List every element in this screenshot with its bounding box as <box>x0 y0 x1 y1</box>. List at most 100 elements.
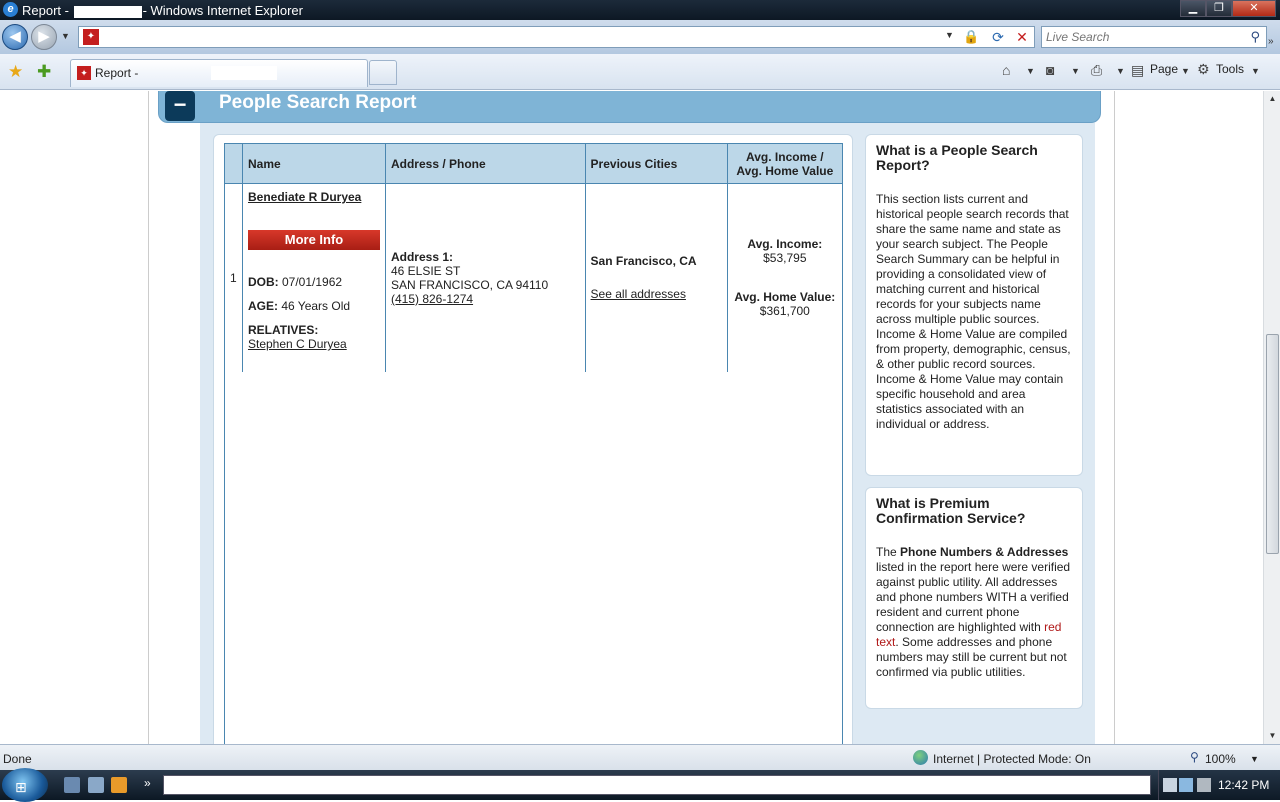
relatives-label: RELATIVES: <box>247 323 319 337</box>
recent-pages-chevron-down-icon[interactable]: ▼ <box>61 31 70 41</box>
info-card-people-search: What is a People Search Report? This sec… <box>865 134 1083 476</box>
more-info-button[interactable]: More Info <box>247 230 380 250</box>
page-menu[interactable]: Page <box>1150 62 1178 82</box>
feeds-chevron-down-icon[interactable]: ▼ <box>1071 66 1080 76</box>
row-index: 1 <box>224 183 243 372</box>
scroll-thumb[interactable] <box>1266 334 1279 554</box>
zoom-level[interactable]: 100% <box>1205 752 1236 766</box>
zoom-chevron-down-icon[interactable]: ▼ <box>1250 754 1259 764</box>
cities-cell: San Francisco, CA See all addresses <box>584 183 728 372</box>
new-tab-button[interactable] <box>369 60 397 85</box>
search-box[interactable]: ⚲ <box>1041 26 1267 48</box>
page-viewport: − People Search Report Name Address / Ph… <box>0 91 1263 744</box>
switch-windows-icon[interactable] <box>88 777 104 793</box>
network-icon[interactable] <box>1179 778 1193 792</box>
address-input[interactable] <box>105 30 860 44</box>
window-title: Report - - Windows Internet Explorer <box>22 3 303 18</box>
lock-icon[interactable]: 🔒 <box>963 29 979 45</box>
scroll-down-arrow-icon[interactable]: ▼ <box>1264 728 1280 744</box>
taskbar-field[interactable] <box>163 775 1151 795</box>
site-favicon-icon: ✦ <box>83 29 99 45</box>
address-label: Address 1: <box>390 249 454 264</box>
address-dropdown-chevron-down-icon[interactable]: ▼ <box>945 30 954 40</box>
info-card-title: What is Premium Confirmation Service? <box>876 495 1026 526</box>
address-cell: Address 1: 46 ELSIE ST SAN FRANCISCO, CA… <box>384 183 586 372</box>
tools-menu[interactable]: Tools <box>1216 62 1244 82</box>
dob-label: DOB: <box>247 275 279 289</box>
page-chevron-down-icon[interactable]: ▼ <box>1181 66 1190 76</box>
table-header-row: Name Address / Phone Previous Cities Avg… <box>224 143 844 184</box>
close-window-button[interactable]: ✕ <box>1232 0 1276 17</box>
print-chevron-down-icon[interactable]: ▼ <box>1116 66 1125 76</box>
phone-link[interactable]: (415) 826-1274 <box>391 292 473 306</box>
redacted-block <box>73 5 142 18</box>
report-header: − People Search Report <box>158 91 1101 123</box>
relative-link[interactable]: Stephen C Duryea <box>248 337 347 351</box>
dob-value: 07/01/1962 <box>282 275 343 289</box>
vertical-scrollbar[interactable]: ▲ ▼ <box>1263 91 1280 744</box>
income-cell: Avg. Income: $53,795 Avg. Home Value: $3… <box>726 183 844 372</box>
page-icon: ▤ <box>1131 62 1145 78</box>
income-value: $53,795 <box>763 251 807 266</box>
feeds-icon[interactable]: ◙ <box>1046 62 1054 78</box>
name-cell: Benediate R Duryea More Info DOB: 07/01/… <box>241 183 386 372</box>
minimize-button[interactable]: ▁ <box>1180 0 1206 17</box>
zoom-icon: ⚲ <box>1190 750 1199 764</box>
home-value-label: Avg. Home Value: <box>734 290 836 305</box>
info-card-body: The Phone Numbers & Addresses listed in … <box>876 545 1071 679</box>
address-bar[interactable]: ✦ ▼ 🔒 ⟳ ✕ <box>78 26 1035 48</box>
info-card-body: This section lists current and historica… <box>876 192 1071 431</box>
quicklaunch-more-chevron-icon[interactable]: » <box>144 776 151 790</box>
tab-favicon-icon: ✦ <box>77 66 91 80</box>
volume-icon[interactable] <box>1197 778 1211 792</box>
clock[interactable]: 12:42 PM <box>1218 778 1269 792</box>
info-card-premium-confirmation: What is Premium Confirmation Service? Th… <box>865 487 1083 709</box>
tray-icon[interactable] <box>1163 778 1177 792</box>
search-icon[interactable]: ⚲ <box>1250 29 1260 45</box>
tools-gear-icon: ⚙ <box>1197 61 1210 77</box>
tab-report[interactable]: ✦ Report - <box>70 59 368 87</box>
status-text: Done <box>3 752 32 766</box>
column-header-name: Name <box>241 143 386 184</box>
age-value: 46 Years Old <box>281 299 351 313</box>
results-table: Name Address / Phone Previous Cities Avg… <box>224 143 844 372</box>
window-title-bar: e Report - - Windows Internet Explorer ▁… <box>0 0 1280 20</box>
home-icon[interactable]: ⌂ <box>1002 62 1010 78</box>
favorites-star-icon[interactable]: ★ <box>8 62 23 82</box>
print-icon[interactable]: ⎙ <box>1091 62 1102 79</box>
address-line1: 46 ELSIE ST <box>390 263 461 278</box>
ie-logo-icon: e <box>3 2 18 17</box>
column-header-income: Avg. Income / Avg. Home Value <box>726 143 844 184</box>
address-line2: SAN FRANCISCO, CA 94110 <box>390 277 549 292</box>
tab-bar: ★ ✚ ✦ Report - ⌂ ▼ ◙ ▼ ⎙ ▼ ▤ Page ▼ ⚙ To… <box>0 54 1280 90</box>
column-header-address-phone: Address / Phone <box>384 143 586 184</box>
navigation-bar: ◀ ▶ ▼ ✦ ▼ 🔒 ⟳ ✕ ⚲ <box>0 20 1280 54</box>
column-header-index <box>224 143 243 184</box>
add-favorites-icon[interactable]: ✚ <box>37 62 51 82</box>
scroll-up-arrow-icon[interactable]: ▲ <box>1264 91 1280 107</box>
back-button[interactable]: ◀ <box>2 24 28 50</box>
person-name-link[interactable]: Benediate R Duryea <box>248 190 361 204</box>
stop-icon[interactable]: ✕ <box>1013 28 1031 46</box>
more-chevron-icon[interactable]: » <box>1268 36 1274 47</box>
table-row: 1 Benediate R Duryea More Info DOB: 07/0… <box>224 183 844 372</box>
collapse-button[interactable]: − <box>165 91 195 121</box>
info-card-title: What is a People Search Report? <box>876 142 1038 173</box>
refresh-icon[interactable]: ⟳ <box>989 28 1007 46</box>
tools-chevron-down-icon[interactable]: ▼ <box>1251 66 1260 76</box>
age-label: AGE: <box>247 299 278 313</box>
forward-button[interactable]: ▶ <box>31 24 57 50</box>
search-input[interactable] <box>1046 30 1236 44</box>
home-chevron-down-icon[interactable]: ▼ <box>1026 66 1035 76</box>
globe-icon <box>913 750 928 765</box>
see-all-addresses-link[interactable]: See all addresses <box>591 287 686 301</box>
maximize-button[interactable]: ❐ <box>1206 0 1232 17</box>
previous-city: San Francisco, CA <box>590 254 697 269</box>
media-player-icon[interactable] <box>111 777 127 793</box>
page-title: People Search Report <box>219 92 417 113</box>
show-desktop-icon[interactable] <box>64 777 80 793</box>
security-zone[interactable]: Internet | Protected Mode: On <box>933 752 1091 766</box>
page-right-border <box>1114 91 1115 744</box>
taskbar: ⊞ » 12:42 PM <box>0 768 1280 802</box>
redacted-block <box>211 66 277 80</box>
